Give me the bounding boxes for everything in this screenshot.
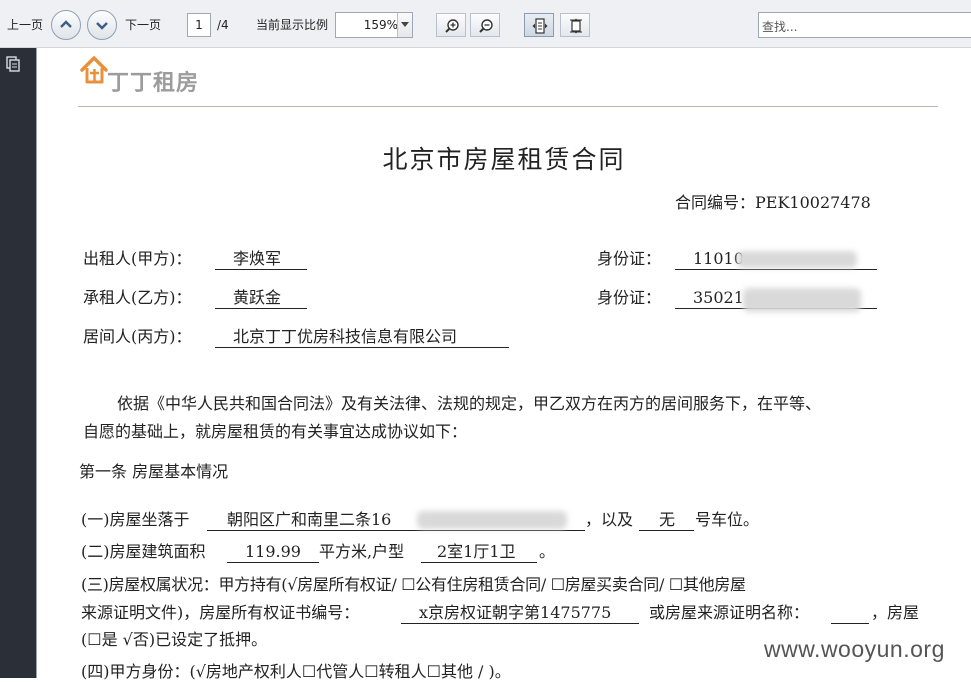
header-rule [78,106,938,107]
clause-2-area: 119.99 [227,542,319,563]
contract-number: 合同编号：PEK10027478 [675,193,871,212]
clause-2-prefix: (二)房屋建筑面积 [81,542,206,561]
search-input[interactable]: 查找... [758,12,971,38]
clause-3-line-1: (三)房屋权属状况：甲方持有(√房屋所有权证/ ☐公有住房租赁合同/ ☐房屋买卖… [81,575,746,594]
watermark: www.wooyun.org [764,636,945,662]
redacted-blur [743,288,861,312]
clause-4-line: (四)甲方身份：(√房地产权利人☐代管人☐转租人☐其他 / )。 [81,662,511,681]
zoom-label: 当前显示比例 [256,18,329,32]
intro-line-2: 自愿的基础上，就房屋租赁的有关事宜达成协议如下： [83,422,468,441]
article-1-heading: 第一条 房屋基本情况 [79,462,229,481]
clause-1-parking: 无 [639,510,694,531]
fit-width-button[interactable] [524,13,554,37]
zoom-out-icon [479,19,493,33]
redacted-blur [737,251,857,268]
clause-2-suffix: 。 [539,542,556,561]
clause-3-line-2-suffix: ，房屋 [871,603,920,622]
sidebar [0,48,36,678]
agent-label: 居间人(丙方)： [83,327,192,346]
lessee-id-label: 身份证： [597,288,662,307]
clause-2-mid: 平方米,户型 [319,542,405,561]
toolbar: 上一页 下一页 1 /4 当前显示比例 159% 查找... [0,0,971,48]
clause-1-suffix: 号车位。 [695,510,760,529]
page-total: /4 [217,18,229,32]
agent-name: 北京丁丁优房科技信息有限公司 [215,327,509,348]
zoom-dropdown-arrow-icon[interactable] [397,13,412,37]
prev-page-button[interactable] [51,10,81,40]
document-page: 丁丁租房 北京市房屋租赁合同 合同编号：PEK10027478 出租人(甲方)：… [37,48,971,681]
clause-1-prefix: (一)房屋坐落于 [81,510,190,529]
document-title: 北京市房屋租赁合同 [382,145,626,174]
lessor-id-label: 身份证： [597,249,662,268]
next-page-link[interactable]: 下一页 [125,18,161,32]
clause-3-line-3: (☐是 √否)已设定了抵押。 [81,630,268,649]
page-number-input[interactable]: 1 [187,13,211,37]
chevron-down-icon [96,22,108,30]
lessor-label: 出租人(甲方)： [83,249,192,268]
next-page-button[interactable] [87,10,117,40]
clause-3-cert-number: x京房权证朝字第1475775 [401,603,639,624]
clause-3-line-2-prefix: 来源证明文件)，房屋所有权证书编号： [81,603,360,622]
fit-page-icon [570,18,582,34]
lessee-name: 黄跃金 [215,288,307,309]
lessee-label: 承租人(乙方)： [83,288,192,307]
lessor-name: 李焕军 [215,249,307,270]
page-thumbnails-icon [6,56,20,72]
redacted-blur [417,511,567,529]
fit-page-button[interactable] [560,13,590,37]
zoom-in-icon [445,19,459,33]
logo-text: 丁丁租房 [107,71,200,96]
zoom-in-button[interactable] [436,13,466,37]
clause-2-layout: 2室1厅1卫 [421,542,537,563]
zoom-select[interactable]: 159% [335,12,413,38]
clause-1-mid: ，以及 [585,510,634,529]
zoom-value: 159% [363,18,398,32]
search-placeholder: 查找... [762,20,798,34]
chevron-up-icon [60,20,72,28]
prev-page-link[interactable]: 上一页 [7,18,43,32]
thumbnails-button[interactable] [6,56,20,76]
zoom-out-button[interactable] [470,13,500,37]
intro-line-1: 依据《中华人民共和国合同法》及有关法律、法规的规定，甲乙双方在丙方的居间服务下，… [117,394,822,413]
clause-3-line-2-mid: 或房屋来源证明名称： [649,603,810,622]
fit-width-icon [532,18,548,34]
clause-3-source-name [831,603,869,624]
